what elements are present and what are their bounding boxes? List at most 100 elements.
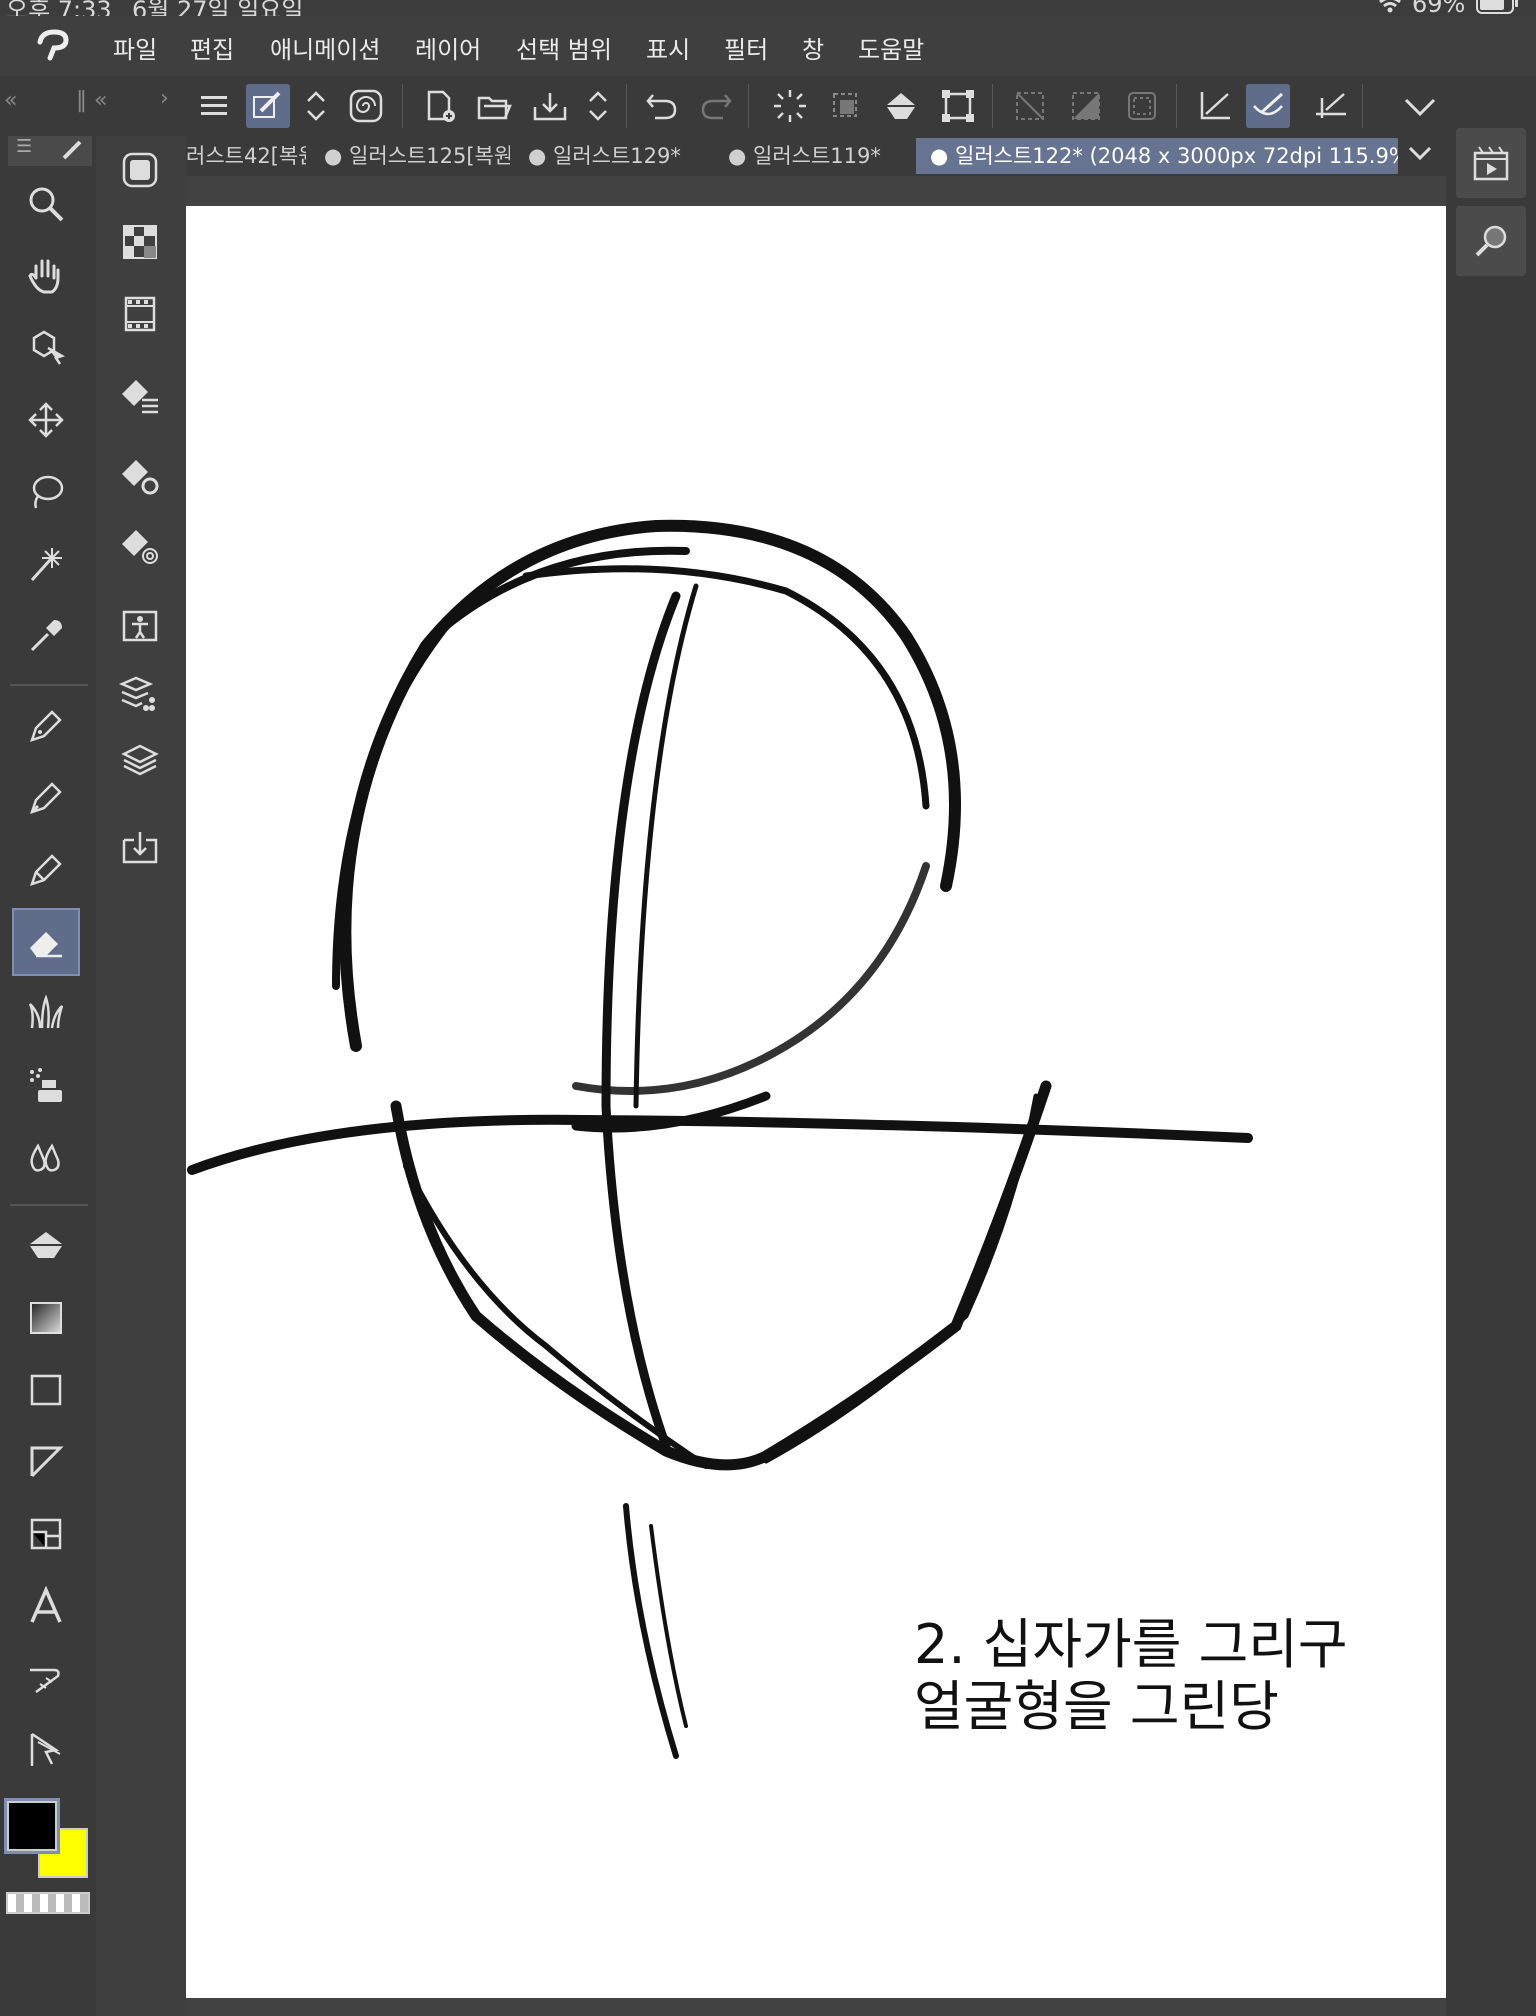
color-grid-icon[interactable] [106, 208, 174, 276]
tabs-chevron-down-icon[interactable] [1406, 144, 1434, 164]
balloon-icon[interactable] [12, 1500, 80, 1568]
menu-bar: 파일 편집 애니메이션 레이어 선택 범위 표시 필터 창 도움말 [0, 16, 1536, 76]
layer-settings-icon[interactable] [106, 442, 174, 510]
pencil-icon[interactable] [12, 764, 80, 832]
tab-active-document[interactable]: ● 일러스트122* (2048 x 3000px 72dpi 115.9%) [916, 138, 1398, 174]
toolbar-divider [402, 84, 403, 128]
pen-icon[interactable] [12, 692, 80, 760]
invert-selection-icon[interactable] [1064, 84, 1108, 128]
redo-icon[interactable] [694, 84, 738, 128]
transparent-color-swatch[interactable] [6, 1892, 90, 1914]
pen-pressure-icon[interactable] [246, 84, 290, 128]
new-file-icon[interactable] [418, 84, 462, 128]
tab-label: 러스트42[복원 [186, 144, 306, 168]
menu-icon[interactable] [192, 84, 236, 128]
ruler-icon[interactable] [12, 1644, 80, 1712]
tool-palette: ☰ [0, 136, 96, 2016]
drawing-canvas[interactable]: 2. 십자가를 그리구 얼굴형을 그린당 [186, 206, 1446, 1998]
import-icon[interactable] [106, 812, 174, 880]
menu-layer[interactable]: 레이어 [415, 30, 481, 65]
tab-document[interactable]: ● 일러스트119* [728, 138, 898, 174]
menu-window[interactable]: 창 [802, 30, 824, 65]
hide-selection-icon[interactable] [1008, 84, 1052, 128]
layer-property-icon[interactable] [106, 362, 174, 430]
tab-document[interactable]: 러스트42[복원 [186, 138, 306, 174]
save-icon[interactable] [528, 84, 572, 128]
toolbar-divider [992, 84, 993, 128]
tool-palette-header: ☰ [8, 136, 92, 166]
open-folder-icon[interactable] [472, 84, 516, 128]
selection-icon[interactable] [824, 84, 868, 128]
chevron-right-icon[interactable]: › [160, 86, 169, 111]
ruler-snap-icon[interactable] [1192, 84, 1236, 128]
command-bar: « ‖ « › [0, 76, 1536, 136]
border-selection-icon[interactable] [1120, 84, 1164, 128]
chevron-down-icon[interactable] [1398, 84, 1442, 128]
animation-cels-icon[interactable] [1456, 128, 1526, 198]
menu-view[interactable]: 표시 [646, 30, 690, 65]
toolbar-divider [1362, 84, 1363, 128]
panel-handle-icon[interactable]: ‖ « [76, 88, 107, 113]
correct-line-icon[interactable] [12, 1716, 80, 1784]
zoom-icon[interactable] [12, 170, 80, 238]
main-color-swatch[interactable] [4, 1798, 60, 1854]
fill-icon[interactable] [12, 1212, 80, 1280]
operation-icon[interactable] [12, 314, 80, 382]
tab-label: 일러스트129* [553, 144, 681, 168]
main-color-fill [7, 1801, 57, 1851]
pen-tab-icon[interactable] [60, 138, 86, 162]
layers-icon[interactable] [106, 726, 174, 794]
eyedropper-icon[interactable] [12, 602, 80, 670]
tab-document[interactable]: ● 일러스트125[복원 [324, 138, 510, 174]
menu-animation[interactable]: 애니메이션 [270, 30, 380, 65]
collapse-left-icon[interactable]: « [4, 88, 17, 113]
annotation-line-2: 얼굴형을 그린당 [914, 1675, 1279, 1738]
menu-edit[interactable]: 편집 [190, 30, 234, 65]
hand-icon[interactable] [12, 242, 80, 310]
fill-icon[interactable] [880, 84, 924, 128]
airbrush-icon[interactable] [12, 1052, 80, 1120]
eraser-icon[interactable] [12, 908, 80, 976]
expand-icon[interactable] [578, 84, 618, 128]
frame-icon[interactable] [12, 1428, 80, 1496]
menu-selection[interactable]: 선택 범위 [516, 30, 612, 65]
text-icon[interactable] [12, 1572, 80, 1640]
timeline-icon[interactable] [106, 280, 174, 348]
menu-file[interactable]: 파일 [113, 30, 157, 65]
palette-menu-icon[interactable]: ☰ [16, 136, 32, 157]
brush-icon[interactable] [12, 836, 80, 904]
decoration-icon[interactable] [12, 980, 80, 1048]
status-bar: 오후 7:33 6월 27일 일요일 69% [0, 0, 1536, 24]
toolbar-divider [1176, 84, 1177, 128]
loading-icon[interactable] [768, 84, 812, 128]
annotation-line-1: 2. 십자가를 그리구 [914, 1613, 1348, 1676]
lasso-icon[interactable] [12, 458, 80, 526]
navigator-icon[interactable] [1456, 206, 1526, 276]
character-icon[interactable] [106, 590, 174, 658]
menu-filter[interactable]: 필터 [724, 30, 768, 65]
rectangle-icon[interactable] [12, 1356, 80, 1424]
document-tabs: 러스트42[복원 ● 일러스트125[복원 ● 일러스트129* ● 일러스트1… [0, 136, 1536, 176]
tool-divider [10, 1204, 88, 1206]
sub-tool-icon[interactable] [106, 136, 174, 204]
magic-wand-icon[interactable] [12, 530, 80, 598]
expand-icon[interactable] [296, 84, 336, 128]
transform-icon[interactable] [936, 84, 980, 128]
undo-icon[interactable] [640, 84, 684, 128]
material-icon[interactable] [106, 660, 174, 728]
blend-icon[interactable] [12, 1124, 80, 1192]
special-ruler-snap-icon[interactable] [1246, 84, 1290, 128]
layer-search-icon[interactable] [106, 512, 174, 580]
move-layer-icon[interactable] [12, 386, 80, 454]
menu-help[interactable]: 도움말 [858, 30, 924, 65]
tab-label: 일러스트119* [753, 144, 881, 168]
tab-label: 일러스트125[복원 [349, 144, 510, 168]
grid-snap-icon[interactable] [1308, 84, 1352, 128]
clip-studio-logo-icon[interactable] [34, 28, 74, 64]
tool-divider [10, 684, 88, 686]
palette-bar [96, 136, 186, 2016]
gradient-icon[interactable] [12, 1284, 80, 1352]
toolbar-divider [748, 84, 749, 128]
spiral-icon[interactable] [344, 84, 388, 128]
tab-document[interactable]: ● 일러스트129* [528, 138, 708, 174]
